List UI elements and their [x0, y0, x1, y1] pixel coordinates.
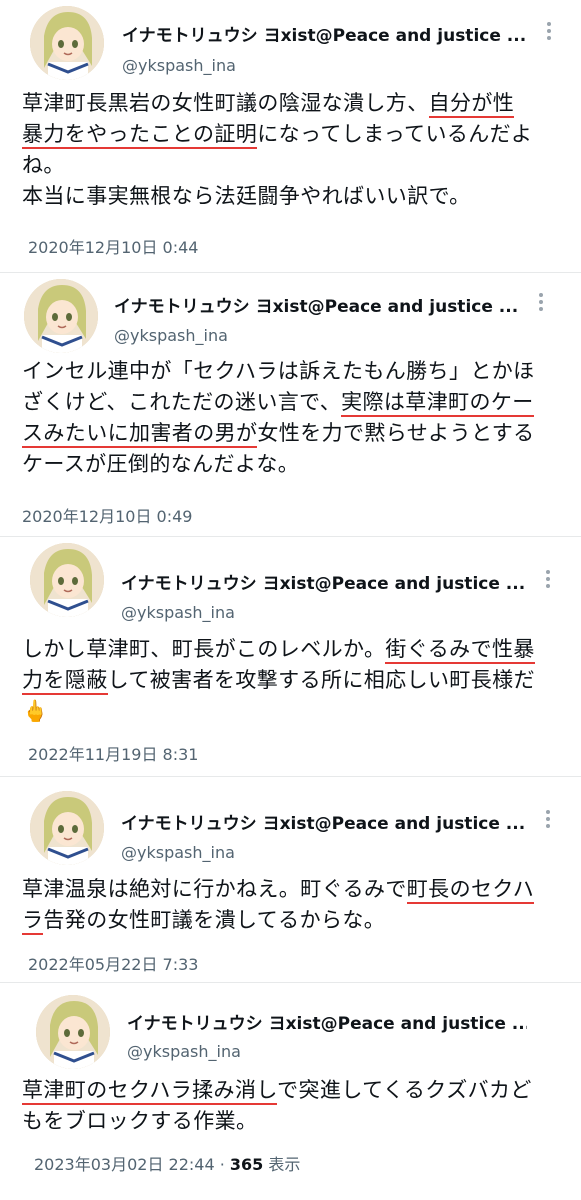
tweet-text-line: もをブロックする作業。 [22, 1106, 574, 1137]
tweet-text: ざくけど、これただの迷い言で、 [22, 390, 342, 414]
underlined-text: 街ぐるみで性暴 [385, 637, 535, 664]
display-name[interactable]: イナモトリュウシ ヨxist@Peace and justice ... [121, 569, 526, 594]
tweet-text-line: インセル連中が「セクハラは訴えたもん勝ち」とかほ [22, 356, 574, 387]
tweet-text-line: ケースが圧倒的なんだよな。 [22, 449, 574, 480]
underlined-text: 実際は草津町のケー [341, 390, 534, 417]
underlined-text: ラ [22, 908, 44, 935]
tweet-text: もをブロックする作業。 [22, 1109, 258, 1133]
more-options-icon[interactable] [538, 293, 544, 313]
underlined-text: 自分が性 [428, 91, 515, 118]
avatar[interactable] [30, 543, 104, 617]
avatar-illustration-icon [30, 6, 104, 80]
tweet-text: ね。 [22, 153, 65, 177]
underlined-text: スみたいに加害者の男が [22, 421, 258, 448]
tweet-4[interactable]: イナモトリュウシ ヨxist@Peace and justice ... @yk… [0, 777, 581, 981]
tweet-text-line: 本当に事実無根なら法廷闘争やればいい訳で。 [22, 181, 574, 212]
handle[interactable]: @ykspash_ina [114, 326, 228, 345]
tweet-text-line: しかし草津町、町長がこのレベルか。街ぐるみで性暴 [22, 634, 574, 665]
display-name[interactable]: イナモトリュウシ ヨxist@Peace and justice ... [122, 21, 527, 46]
tweet-3[interactable]: イナモトリュウシ ヨxist@Peace and justice ... @yk… [0, 537, 581, 775]
tweet-text: 草津町長黒岩の女性町議の陰湿な潰し方、 [22, 91, 429, 115]
handle[interactable]: @ykspash_ina [122, 56, 236, 75]
avatar[interactable] [24, 279, 98, 353]
tweet-text: ケースが圧倒的なんだよな。 [22, 452, 300, 476]
underlined-text: 町長のセクハ [406, 877, 535, 904]
avatar[interactable] [30, 791, 104, 865]
view-count: 365 [229, 1155, 264, 1174]
avatar-illustration-icon [24, 279, 98, 353]
middle-finger-emoji-icon: 🖕 [22, 699, 49, 723]
tweet-text: 女性を力で黙らせようとする [257, 421, 535, 445]
tweet-text: になってしまっているんだよ [257, 122, 533, 146]
tweet-text: 草津温泉は絶対に行かねえ。町ぐるみで [22, 877, 407, 901]
tweet-text: で突進してくるクズバカど [277, 1078, 532, 1102]
tweet-2[interactable]: イナモトリュウシ ヨxist@Peace and justice ... @yk… [0, 273, 581, 535]
tweet-text: しかし草津町、町長がこのレベルか。 [22, 637, 386, 661]
tweet-text: して被害者を攻撃する所に相応しい町長様だ [107, 668, 535, 692]
handle[interactable]: @ykspash_ina [121, 603, 235, 622]
more-options-icon[interactable] [546, 22, 552, 42]
tweet-text: インセル連中が「セクハラは訴えたもん勝ち」とかほ [22, 359, 535, 383]
tweet-text: 本当に事実無根なら法廷闘争やればいい訳で。 [22, 184, 471, 208]
underlined-text: 草津町のセクハラ揉み消し [22, 1078, 278, 1105]
tweet-text-line: スみたいに加害者の男が女性を力で黙らせようとする [22, 418, 574, 449]
more-options-icon[interactable] [545, 810, 551, 830]
more-options-icon[interactable] [545, 570, 551, 590]
tweet-text-line: ざくけど、これただの迷い言で、実際は草津町のケー [22, 387, 574, 418]
tweet-text-line: 力を隠蔽して被害者を攻撃する所に相応しい町長様だ [22, 665, 574, 696]
tweet-text-line: 草津町長黒岩の女性町議の陰湿な潰し方、自分が性 [22, 88, 574, 119]
handle[interactable]: @ykspash_ina [127, 1042, 241, 1061]
timestamp[interactable]: 2020年12月10日 0:49 [22, 503, 192, 527]
timestamp[interactable]: 2022年05月22日 7:33 [28, 951, 198, 975]
view-count-label: 表示 [263, 1155, 301, 1174]
tweet-body: しかし草津町、町長がこのレベルか。街ぐるみで性暴 力を隠蔽して被害者を攻撃する所に… [22, 634, 574, 727]
timestamp[interactable]: 2022年11月19日 8:31 [28, 741, 198, 765]
avatar[interactable] [36, 995, 110, 1069]
tweet-text-line: 草津温泉は絶対に行かねえ。町ぐるみで町長のセクハ [22, 874, 574, 905]
tweet-body: 草津温泉は絶対に行かねえ。町ぐるみで町長のセクハ ラ告発の女性町議を潰してるからな… [22, 874, 574, 936]
avatar-illustration-icon [30, 791, 104, 865]
underlined-text: 暴力をやったことの証明 [22, 122, 258, 149]
tweet-text: 告発の女性町議を潰してるからな。 [43, 908, 386, 932]
display-name[interactable]: イナモトリュウシ ヨxist@Peace and justice ... [121, 809, 526, 834]
tweet-text-line: ラ告発の女性町議を潰してるからな。 [22, 905, 574, 936]
timestamp[interactable]: 2023年03月02日 22:44 · 365 表示 [34, 1151, 300, 1175]
timestamp-date: 2023年03月02日 22:44 · [34, 1155, 230, 1174]
avatar[interactable] [30, 6, 104, 80]
tweet-text-line: 🖕 [22, 696, 574, 727]
tweet-body: 草津町のセクハラ揉み消しで突進してくるクズバカど もをブロックする作業。 [22, 1075, 574, 1137]
timestamp[interactable]: 2020年12月10日 0:44 [28, 234, 198, 258]
handle[interactable]: @ykspash_ina [121, 843, 235, 862]
display-name[interactable]: イナモトリュウシ ヨxist@Peace and justice ... [127, 1009, 527, 1034]
tweet-5[interactable]: イナモトリュウシ ヨxist@Peace and justice ... @yk… [0, 983, 581, 1200]
tweet-text-line: 草津町のセクハラ揉み消しで突進してくるクズバカど [22, 1075, 574, 1106]
tweet-1[interactable]: イナモトリュウシ ヨxist@Peace and justice ... @yk… [0, 0, 581, 272]
display-name[interactable]: イナモトリュウシ ヨxist@Peace and justice ... [114, 292, 519, 317]
tweet-text-line: 暴力をやったことの証明になってしまっているんだよ [22, 119, 574, 150]
tweet-body: インセル連中が「セクハラは訴えたもん勝ち」とかほ ざくけど、これただの迷い言で、実… [22, 356, 574, 480]
avatar-illustration-icon [36, 995, 110, 1069]
tweet-text-line: ね。 [22, 150, 574, 181]
avatar-illustration-icon [30, 543, 104, 617]
tweet-body: 草津町長黒岩の女性町議の陰湿な潰し方、自分が性 暴力をやったことの証明になってしま… [22, 88, 574, 212]
underlined-text: 力を隠蔽 [22, 668, 108, 695]
